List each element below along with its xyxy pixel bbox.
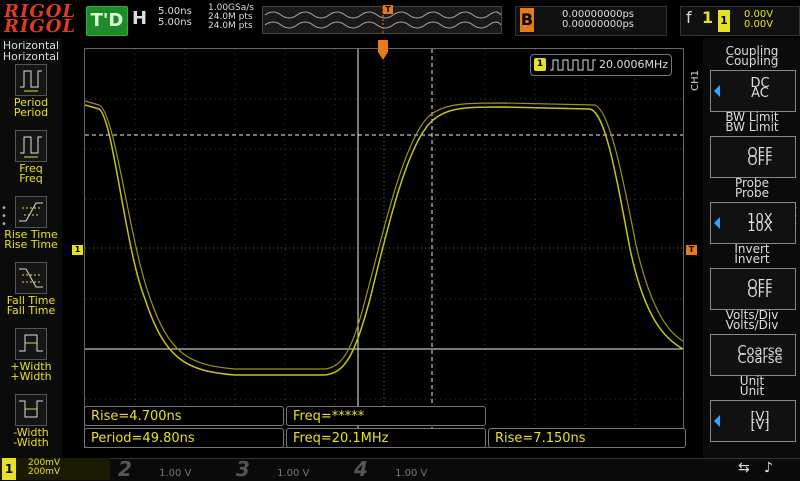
measure-freq-1: Freq=*****: [286, 406, 486, 426]
invert-title: Invert Invert: [734, 242, 770, 266]
counter-channel-badge: 1: [534, 58, 546, 71]
bwlimit-softkey[interactable]: OFF OFF: [710, 136, 796, 178]
measure-rise-2: Rise=7.150ns: [488, 428, 686, 448]
ch3-status[interactable]: 3 1.00 V: [236, 457, 310, 481]
measure-freq-button[interactable]: Freq Freq: [4, 130, 58, 188]
voltsdiv-title: Volts/Div Volts/Div: [725, 308, 779, 332]
measure-period-button[interactable]: Period Period: [4, 64, 58, 122]
arrow-left-icon: [714, 217, 720, 229]
trigger-time-marker[interactable]: [378, 40, 388, 62]
measure-pos-width-button[interactable]: +Width +Width: [4, 328, 58, 386]
trigger-setup-box[interactable]: [680, 6, 800, 36]
coupling-title: Coupling Coupling: [725, 44, 779, 68]
trigger-level-readout: 0.00V 0.00V: [744, 9, 774, 30]
ch1-scale: 200mV 200mV: [28, 458, 61, 477]
coupling-softkey[interactable]: DC AC: [710, 70, 796, 112]
ch1-vertical-label: CH1: [690, 70, 701, 91]
ch3-scale: 1.00 V: [277, 468, 310, 479]
sound-icon[interactable]: ♪: [764, 460, 773, 476]
invert-softkey[interactable]: OFF OFF: [710, 268, 796, 310]
trigger-level-marker[interactable]: T: [686, 245, 697, 255]
measure-fall-time-button[interactable]: Fall Time Fall Time: [4, 262, 58, 320]
trigger-source-icon: 1: [702, 8, 714, 27]
measure-rise-1: Rise=4.700ns: [84, 406, 284, 426]
arrow-left-icon: [714, 415, 720, 427]
waveform-display[interactable]: [84, 48, 684, 448]
ch4-scale: 1.00 V: [395, 468, 428, 479]
arrow-left-icon: [714, 85, 720, 97]
neg-width-icon: [15, 394, 47, 426]
run-state-indicator[interactable]: T'D: [86, 6, 128, 36]
fall-time-icon: [15, 262, 47, 294]
frequency-counter[interactable]: 1 20.0006MHz: [530, 54, 672, 76]
waveform-grid: [84, 49, 684, 447]
measure-freq-2: Freq=20.1MHz: [286, 428, 486, 448]
ch4-badge: 4: [354, 457, 368, 481]
freq-icon: [15, 130, 47, 162]
sample-rate-readout: 1.00GSa/s 24.0M pts 24.0M pts: [208, 3, 254, 31]
ch2-badge: 2: [118, 457, 132, 481]
unit-softkey[interactable]: [V] [V]: [710, 400, 796, 442]
period-icon: [15, 64, 47, 96]
ch2-scale: 1.00 V: [159, 468, 192, 479]
measure-period: Period=49.80ns: [84, 428, 284, 448]
left-panel-header: Horizontal Horizontal: [2, 39, 60, 63]
probe-title: Probe Probe: [734, 176, 770, 200]
square-wave-icon: [550, 59, 596, 71]
rigol-logo: RIGOL RIGOL: [4, 1, 77, 37]
trigger-slope-icon: f: [686, 8, 692, 27]
trigger-position-marker: T: [383, 5, 393, 14]
timebase-readout[interactable]: 5.00ns 5.00ns: [158, 6, 192, 28]
voltsdiv-softkey[interactable]: Coarse Coarse: [710, 334, 796, 376]
horizontal-icon: H: [132, 8, 148, 29]
ch3-badge: 3: [236, 457, 250, 481]
ch1-badge: 1: [2, 458, 16, 480]
unit-title: Unit Unit: [739, 374, 765, 398]
rise-time-icon: [15, 196, 47, 228]
ch4-status[interactable]: 4 1.00 V: [354, 457, 428, 481]
trigger-time-readout: 0.00000000ps 0.00000000ps: [562, 9, 634, 30]
counter-value: 20.0006MHz: [599, 58, 669, 71]
bwlimit-title: BW Limit BW Limit: [725, 110, 779, 134]
ch1-offset-marker[interactable]: 1: [72, 245, 83, 255]
memory-waveform-strip[interactable]: [262, 6, 502, 34]
trigger-b-icon: B: [520, 8, 534, 32]
pos-width-icon: [15, 328, 47, 360]
measure-rise-time-button[interactable]: Rise Time Rise Time: [4, 196, 58, 254]
probe-softkey[interactable]: 10X 10X: [710, 202, 796, 244]
ch2-status[interactable]: 2 1.00 V: [118, 457, 192, 481]
usb-icon: ⇆: [738, 460, 750, 476]
measure-neg-width-button[interactable]: -Width -Width: [4, 394, 58, 452]
trigger-ch1-flag: 1: [718, 10, 730, 32]
